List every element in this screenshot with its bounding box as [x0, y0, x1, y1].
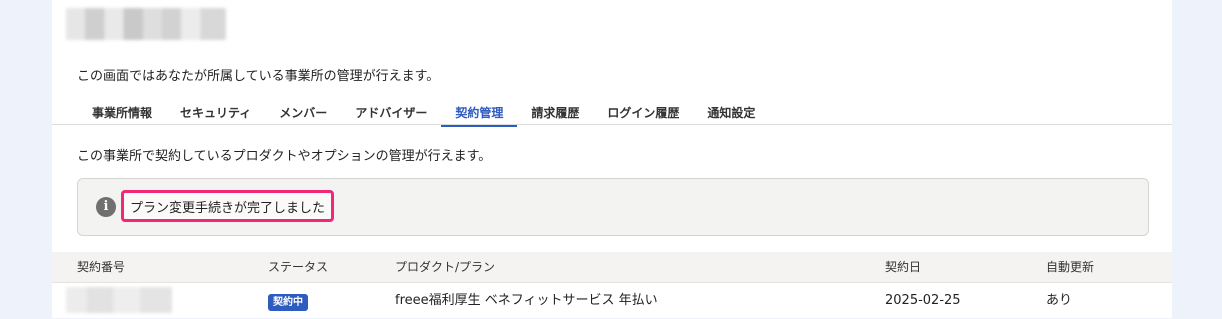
header-status: ステータス — [268, 260, 329, 274]
auto-renew-cell: あり — [1046, 293, 1073, 308]
tab-login-history[interactable]: ログイン履歴 — [593, 98, 693, 126]
header-contract-date: 契約日 — [885, 260, 922, 274]
office-name-redacted — [66, 8, 226, 40]
info-icon: i — [96, 197, 116, 217]
tab-contracts[interactable]: 契約管理 — [441, 98, 518, 127]
tab-advisors[interactable]: アドバイザー — [341, 98, 441, 126]
table-header: 契約番号 ステータス プロダクト/プラン 契約日 自動更新 — [52, 252, 1172, 283]
tab-divider — [52, 124, 1172, 125]
product-cell: freee福利厚生 ベネフィットサービス 年払い — [395, 293, 658, 308]
main-panel: この画面ではあなたが所属している事業所の管理が行えます。 事業所情報 セキュリテ… — [52, 0, 1172, 318]
contract-number-redacted — [66, 287, 172, 313]
contract-date-cell: 2025-02-25 — [885, 293, 961, 308]
tab-notification-settings[interactable]: 通知設定 — [693, 98, 769, 126]
header-product: プロダクト/プラン — [395, 260, 496, 274]
tab-bar: 事業所情報 セキュリティ メンバー アドバイザー 契約管理 請求履歴 ログイン履… — [78, 98, 769, 127]
status-badge: 契約中 — [268, 294, 308, 311]
table-row[interactable]: 契約中 freee福利厚生 ベネフィットサービス 年払い 2025-02-25 … — [52, 283, 1172, 319]
header-contract-number: 契約番号 — [77, 260, 126, 274]
tab-security[interactable]: セキュリティ — [166, 98, 265, 126]
tab-billing-history[interactable]: 請求履歴 — [517, 98, 593, 126]
notice-banner: i プラン変更手続きが完了しました — [77, 178, 1149, 236]
section-description: この事業所で契約しているプロダクトやオプションの管理が行えます。 — [77, 149, 492, 164]
tab-office-info[interactable]: 事業所情報 — [78, 98, 166, 126]
notice-message: プラン変更手続きが完了しました — [121, 190, 335, 222]
tab-members[interactable]: メンバー — [265, 98, 341, 126]
header-auto-renew: 自動更新 — [1046, 260, 1095, 274]
page-intro: この画面ではあなたが所属している事業所の管理が行えます。 — [77, 69, 440, 84]
